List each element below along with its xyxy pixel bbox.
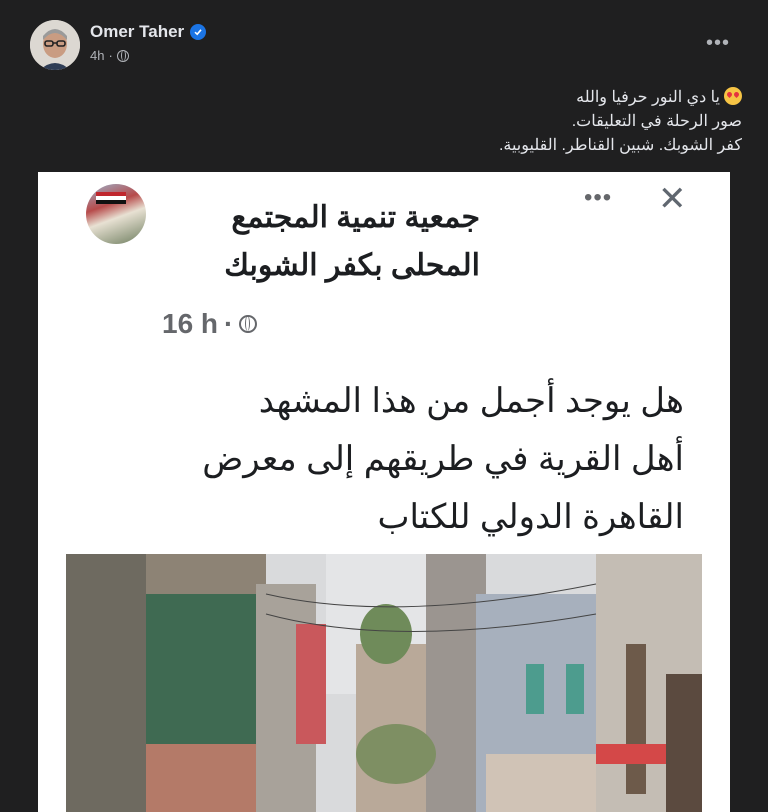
street-photo — [66, 554, 702, 812]
more-dots-icon: ••• — [584, 184, 613, 211]
author-avatar[interactable] — [30, 20, 80, 70]
shared-text-line: أهل القرية في طريقهم إلى معرض — [202, 440, 684, 478]
post-time[interactable]: 4h — [90, 48, 104, 63]
post-text-line: صور الرحلة في التعليقات. — [571, 113, 742, 130]
street-scene — [66, 554, 702, 812]
shared-post-text: هل يوجد أجمل من هذا المشهد أهل القرية في… — [124, 372, 684, 546]
more-dots-icon[interactable]: ••• — [706, 32, 730, 55]
post-text-line: كفر الشوبك. شبين القناطر. القليوبية. — [498, 137, 742, 154]
avatar-photo — [30, 20, 80, 70]
page-name: جمعية تنمية المجتمع المحلى بكفر الشوبك — [224, 201, 480, 282]
globe-icon[interactable] — [116, 49, 129, 62]
post-header: Omer Taher 4h · ••• — [0, 0, 768, 80]
heart-eyes-emoji-icon — [724, 87, 742, 105]
post-meta: 4h · — [90, 48, 129, 63]
author-name[interactable]: Omer Taher — [90, 22, 207, 42]
shared-post-time: 16 h · — [162, 308, 258, 340]
shared-text-line: هل يوجد أجمل من هذا المشهد — [258, 382, 684, 420]
shared-text-line: القاهرة الدولي للكتاب — [377, 498, 684, 536]
globe-icon — [239, 315, 258, 333]
close-icon: ✕ — [658, 180, 687, 218]
post-text-line: يا دي النور حرفيا والله — [42, 86, 742, 110]
author-name-text[interactable]: Omer Taher — [90, 22, 184, 42]
shared-post-image[interactable]: جمعية تنمية المجتمع المحلى بكفر الشوبك 1… — [38, 172, 730, 812]
post-text: يا دي النور حرفيا والله صور الرحلة في ال… — [42, 86, 742, 158]
verified-badge-icon — [190, 24, 207, 40]
